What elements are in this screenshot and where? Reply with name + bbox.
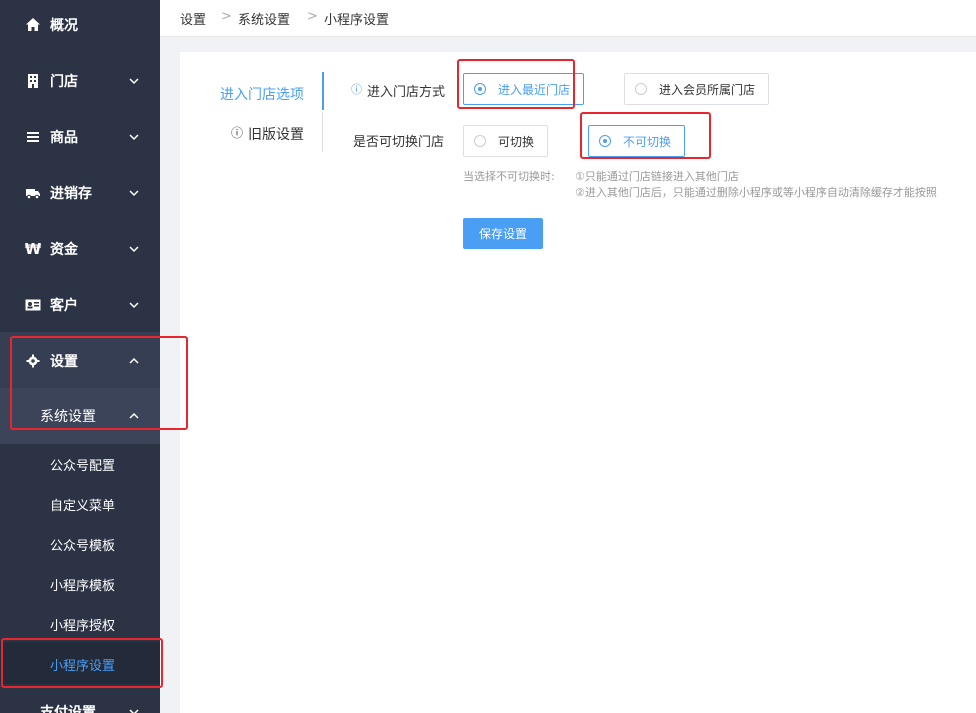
sidebar-item-label: 进销存	[50, 186, 92, 202]
radio-member-store[interactable]: 进入会员所属门店	[624, 73, 769, 105]
radio-label: 进入最近门店	[498, 82, 571, 97]
sidebar-item-products[interactable]: 商品	[0, 109, 160, 165]
sidebar-subitem-official-config[interactable]: 公众号配置	[0, 444, 160, 484]
sidebar-group-system-settings[interactable]: 系统设置	[0, 388, 160, 444]
switchable-label: 是否可切换门店	[353, 135, 445, 150]
sidebar-item-label: 设置	[50, 354, 78, 370]
radio-label: 进入会员所属门店	[659, 82, 756, 97]
chevron-down-icon	[129, 709, 139, 713]
radio-switchable[interactable]: 可切换	[463, 125, 548, 157]
radio-checked-icon	[599, 135, 611, 147]
list-icon	[24, 128, 42, 146]
sidebar-subitem-miniprogram-settings[interactable]: 小程序设置	[0, 644, 160, 684]
radio-label: 可切换	[498, 134, 535, 149]
sidebar-item-label: 客户	[50, 298, 78, 314]
sidebar-subitem-label: 小程序设置	[50, 658, 116, 674]
radio-unchecked-icon	[635, 83, 647, 95]
hint-line-1: ①只能通过门店链接进入其他门店	[575, 170, 739, 183]
info-icon: ⓘ	[231, 126, 244, 140]
sidebar-item-label: 资金	[50, 242, 78, 258]
breadcrumb-separator: >	[307, 9, 318, 24]
sidebar-item-store[interactable]: 门店	[0, 53, 160, 109]
id-card-icon	[24, 296, 42, 314]
tab-legacy-settings[interactable]: 旧版设置	[248, 124, 304, 144]
sidebar-item-overview[interactable]: 概况	[0, 0, 160, 53]
sidebar-subitem-miniprogram-auth[interactable]: 小程序授权	[0, 604, 160, 644]
radio-nearest-store[interactable]: 进入最近门店	[463, 73, 584, 105]
sidebar: 概况 门店 商品 进销存 ₩ 资金 客户 设置 系统设置 公众号配置 自定义菜单…	[0, 0, 160, 713]
chevron-up-icon	[129, 357, 139, 364]
content-card	[180, 52, 976, 713]
chevron-down-icon	[129, 246, 139, 253]
hint-line-2: ②进入其他门店后，只能通过删除小程序或等小程序自动清除缓存才能按照	[575, 186, 937, 199]
breadcrumb-separator: >	[221, 9, 232, 24]
building-icon	[24, 72, 42, 90]
sidebar-subitem-official-template[interactable]: 公众号模板	[0, 524, 160, 564]
tab-enter-store-options[interactable]: 进入门店选项	[220, 84, 304, 104]
hint-prefix: 当选择不可切换时:	[463, 170, 555, 183]
active-tab-indicator	[322, 72, 324, 110]
sidebar-subitem-label: 公众号配置	[50, 458, 116, 474]
entry-mode-label: 进入门店方式	[367, 85, 446, 100]
sidebar-item-label: 支付设置	[40, 705, 96, 713]
sidebar-item-customers[interactable]: 客户	[0, 277, 160, 333]
sidebar-subitem-label: 自定义菜单	[50, 498, 116, 514]
sidebar-item-label: 概况	[50, 18, 78, 34]
sidebar-subitem-label: 小程序模板	[50, 578, 116, 594]
radio-unchecked-icon	[474, 135, 486, 147]
sidebar-group-label: 系统设置	[40, 409, 96, 425]
sidebar-subitem-label: 公众号模板	[50, 538, 116, 554]
chevron-down-icon	[129, 78, 139, 85]
radio-checked-icon	[474, 83, 486, 95]
sidebar-item-payment-settings[interactable]: 支付设置	[0, 684, 160, 713]
sidebar-item-settings[interactable]: 设置	[0, 333, 160, 389]
truck-icon	[24, 184, 42, 202]
chevron-down-icon	[129, 190, 139, 197]
chevron-down-icon	[129, 302, 139, 309]
info-icon: ⓘ	[351, 83, 362, 96]
sidebar-subitem-miniprogram-template[interactable]: 小程序模板	[0, 564, 160, 604]
sidebar-subitem-label: 小程序授权	[50, 618, 116, 634]
chevron-up-icon	[129, 412, 139, 419]
chevron-down-icon	[129, 134, 139, 141]
won-icon: ₩	[24, 240, 42, 258]
breadcrumb-item-system-settings[interactable]: 系统设置	[238, 9, 290, 28]
breadcrumb-item-settings[interactable]: 设置	[180, 9, 206, 28]
breadcrumb: 设置 > 系统设置 > 小程序设置	[160, 0, 976, 37]
radio-label: 不可切换	[623, 134, 672, 149]
sidebar-subitem-custom-menu[interactable]: 自定义菜单	[0, 484, 160, 524]
sidebar-item-label: 商品	[50, 130, 78, 146]
save-settings-button[interactable]: 保存设置	[463, 218, 543, 249]
tab-divider	[322, 112, 323, 152]
breadcrumb-item-current: 小程序设置	[324, 13, 390, 28]
sidebar-item-label: 门店	[50, 74, 78, 90]
sidebar-item-inventory[interactable]: 进销存	[0, 165, 160, 221]
sidebar-item-funds[interactable]: ₩ 资金	[0, 221, 160, 277]
gear-icon	[24, 352, 42, 370]
home-icon	[24, 16, 42, 34]
radio-not-switchable[interactable]: 不可切换	[588, 125, 685, 157]
